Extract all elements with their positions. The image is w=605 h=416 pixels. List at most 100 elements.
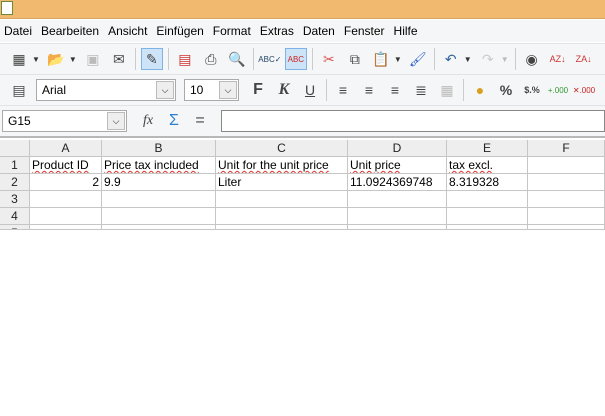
menu-format[interactable]: Format [211, 24, 253, 38]
align-center-icon[interactable]: ≡ [358, 79, 380, 101]
new-dropdown-icon[interactable]: ▼ [32, 55, 40, 64]
cell-e2[interactable]: 8.319328 [447, 174, 528, 191]
sort-descending-icon[interactable]: ZA↓ [573, 48, 595, 70]
justify-icon[interactable]: ≣ [410, 79, 432, 101]
cell-e1[interactable]: tax excl. [447, 157, 528, 174]
cell-d4[interactable] [348, 208, 447, 225]
align-left-icon[interactable]: ≡ [332, 79, 354, 101]
currency-icon[interactable]: ● [469, 79, 491, 101]
menu-einfuegen[interactable]: Einfügen [154, 24, 205, 38]
cut-icon[interactable]: ✂ [318, 48, 340, 70]
align-right-icon[interactable]: ≡ [384, 79, 406, 101]
email-icon[interactable]: ✉ [108, 48, 130, 70]
auto-spellcheck-icon[interactable]: ABC [284, 48, 307, 70]
sum-icon[interactable]: Σ [163, 110, 185, 132]
menu-daten[interactable]: Daten [301, 24, 337, 38]
spellcheck-icon[interactable]: ABC✓ [258, 48, 281, 70]
column-header-f[interactable]: F [528, 140, 605, 157]
cell-d3[interactable] [348, 191, 447, 208]
cell-c2[interactable]: Liter [216, 174, 348, 191]
formula-input[interactable] [221, 110, 605, 132]
cell-a2[interactable]: 2 [30, 174, 102, 191]
cell-f5[interactable] [528, 225, 605, 230]
cell-b3[interactable] [102, 191, 216, 208]
cell-b2[interactable]: 9.9 [102, 174, 216, 191]
cell-f2[interactable] [528, 174, 605, 191]
function-wizard-icon[interactable]: fx [137, 110, 159, 132]
standard-format-icon[interactable]: $.% [521, 79, 543, 101]
row-header[interactable]: 1 [0, 157, 30, 174]
open-folder-icon[interactable]: 📂 [45, 48, 67, 70]
cell-f3[interactable] [528, 191, 605, 208]
menu-extras[interactable]: Extras [258, 24, 296, 38]
delete-decimal-icon[interactable]: ✕.000 [573, 79, 595, 101]
cell-b4[interactable] [102, 208, 216, 225]
select-all-corner[interactable] [0, 140, 30, 157]
undo-icon[interactable]: ↶ [440, 48, 462, 70]
cell-c5[interactable] [216, 225, 348, 230]
column-header-c[interactable]: C [216, 140, 348, 157]
cell-e4[interactable] [447, 208, 528, 225]
navigator-icon[interactable]: ◉ [521, 48, 543, 70]
paste-dropdown-icon[interactable]: ▼ [394, 55, 402, 64]
column-header-e[interactable]: E [447, 140, 528, 157]
undo-dropdown-icon[interactable]: ▼ [464, 55, 472, 64]
name-box[interactable]: G15 ⌵ [2, 110, 127, 132]
clone-formatting-icon[interactable]: 🖌 [407, 48, 429, 70]
cell-c3[interactable] [216, 191, 348, 208]
underline-button[interactable]: U [299, 79, 321, 101]
font-name-combo[interactable]: Arial ⌵ [36, 79, 176, 101]
menu-hilfe[interactable]: Hilfe [392, 24, 420, 38]
bold-button[interactable]: F [247, 79, 269, 101]
sort-ascending-icon[interactable]: AZ↓ [547, 48, 569, 70]
font-size-combo[interactable]: 10 ⌵ [184, 79, 239, 101]
row-header[interactable]: 5 [0, 225, 30, 230]
italic-button[interactable]: K [273, 79, 295, 101]
row-header[interactable]: 2 [0, 174, 30, 191]
print-icon[interactable]: ⎙ [200, 48, 222, 70]
chevron-down-icon[interactable]: ⌵ [107, 112, 125, 130]
redo-icon[interactable]: ↷ [477, 48, 499, 70]
save-icon[interactable]: ▣ [82, 48, 104, 70]
row-header[interactable]: 3 [0, 191, 30, 208]
formula-icon[interactable]: = [189, 110, 211, 132]
print-preview-icon[interactable]: 🔍 [226, 48, 248, 70]
menu-bearbeiten[interactable]: Bearbeiten [39, 24, 101, 38]
menu-ansicht[interactable]: Ansicht [106, 24, 149, 38]
cell-e5[interactable] [447, 225, 528, 230]
cell-f4[interactable] [528, 208, 605, 225]
chevron-down-icon[interactable]: ⌵ [156, 81, 174, 99]
chevron-down-icon[interactable]: ⌵ [219, 81, 237, 99]
styles-icon[interactable]: ▤ [8, 79, 30, 101]
export-pdf-icon[interactable]: ▤ [174, 48, 196, 70]
cell-d2[interactable]: 11.0924369748 [348, 174, 447, 191]
copy-icon[interactable]: ⧉ [344, 48, 366, 70]
column-header-d[interactable]: D [348, 140, 447, 157]
row-header[interactable]: 4 [0, 208, 30, 225]
edit-mode-icon[interactable]: ✎ [140, 48, 163, 70]
paste-icon[interactable]: 📋 [370, 48, 392, 70]
column-header-b[interactable]: B [102, 140, 216, 157]
cell-c1[interactable]: Unit for the unit price [216, 157, 348, 174]
column-header-a[interactable]: A [30, 140, 102, 157]
cell-reference: G15 [8, 114, 31, 128]
percent-button[interactable]: % [495, 79, 517, 101]
cell-c4[interactable] [216, 208, 348, 225]
open-dropdown-icon[interactable]: ▼ [69, 55, 77, 64]
cell-d5[interactable] [348, 225, 447, 230]
cell-a5[interactable] [30, 225, 102, 230]
cell-f1[interactable] [528, 157, 605, 174]
menu-datei[interactable]: Datei [2, 24, 34, 38]
menu-fenster[interactable]: Fenster [342, 24, 387, 38]
cell-d1[interactable]: Unit price [348, 157, 447, 174]
merge-cells-icon[interactable]: ▦ [436, 79, 458, 101]
cell-b5[interactable] [102, 225, 216, 230]
new-document-icon[interactable]: ▦ [8, 48, 30, 70]
cell-b1[interactable]: Price tax included [102, 157, 216, 174]
cell-a1[interactable]: Product ID [30, 157, 102, 174]
cell-a3[interactable] [30, 191, 102, 208]
cell-e3[interactable] [447, 191, 528, 208]
add-decimal-icon[interactable]: +.000 [547, 79, 569, 101]
cell-a4[interactable] [30, 208, 102, 225]
redo-dropdown-icon[interactable]: ▼ [501, 55, 509, 64]
